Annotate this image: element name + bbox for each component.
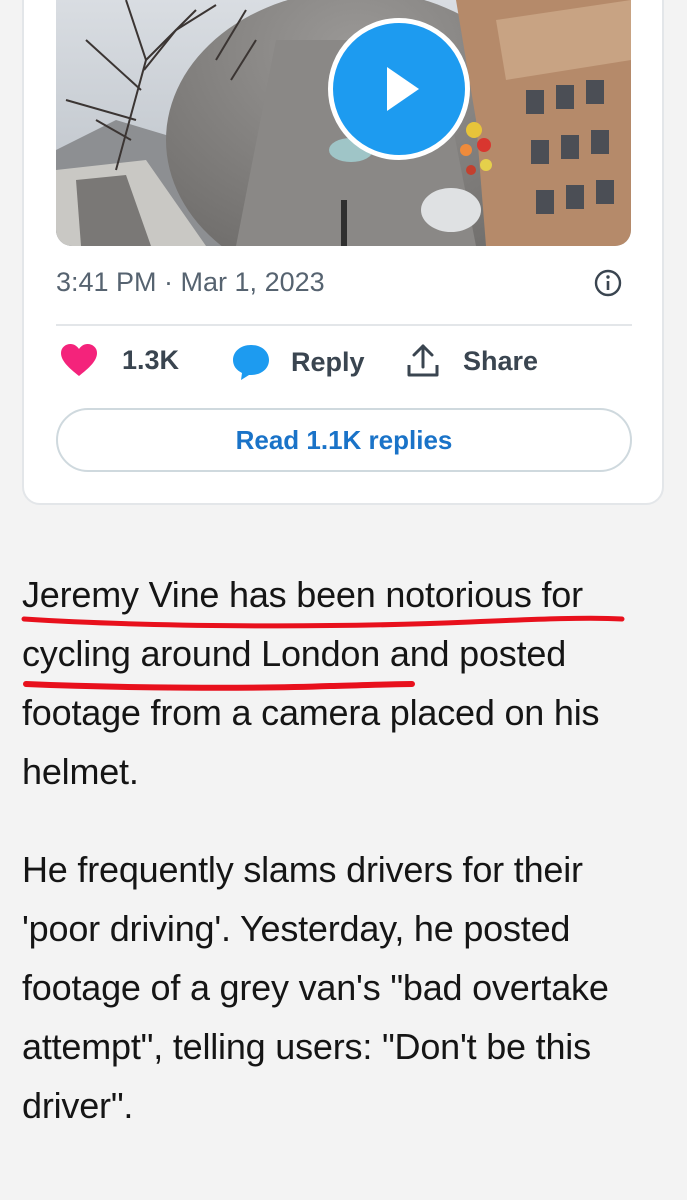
info-icon[interactable] (593, 268, 623, 298)
read-replies-button[interactable]: Read 1.1K replies (56, 408, 632, 472)
like-button[interactable]: 1.3K (60, 343, 179, 377)
heart-icon (61, 344, 97, 376)
share-label: Share (463, 345, 539, 376)
play-icon (387, 67, 419, 111)
tweet-actions: 1.3K Reply Share (0, 343, 687, 393)
share-icon (407, 344, 439, 377)
article-paragraph: He frequently slams drivers for their 'p… (22, 849, 609, 1126)
divider (56, 324, 632, 326)
video-thumbnail[interactable] (56, 0, 631, 246)
tweet-timestamp[interactable]: 3:41 PM · Mar 1, 2023 (56, 267, 325, 298)
play-button[interactable] (328, 18, 470, 160)
share-button[interactable]: Share (405, 343, 538, 379)
like-count: 1.3K (122, 344, 180, 375)
article-paragraph: Jeremy Vine has been notorious for cycli… (22, 574, 600, 792)
reply-button[interactable]: Reply (231, 343, 365, 381)
reply-label: Reply (291, 346, 365, 377)
speech-bubble-icon (233, 345, 269, 380)
article-body: Jeremy Vine has been notorious for cycli… (22, 565, 662, 1135)
page: 3:41 PM · Mar 1, 2023 1.3K Reply Share R… (0, 0, 687, 1200)
